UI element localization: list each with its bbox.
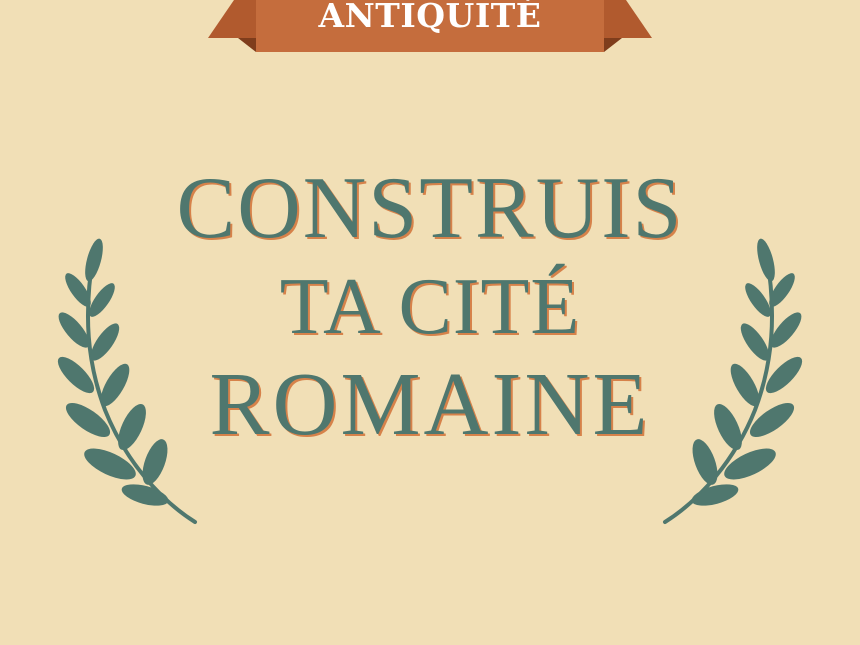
category-ribbon: ANTIQUITÉ — [208, 0, 652, 52]
laurel-left-icon — [50, 230, 200, 530]
category-label: ANTIQUITÉ — [318, 0, 542, 35]
laurel-right-icon — [660, 230, 810, 530]
